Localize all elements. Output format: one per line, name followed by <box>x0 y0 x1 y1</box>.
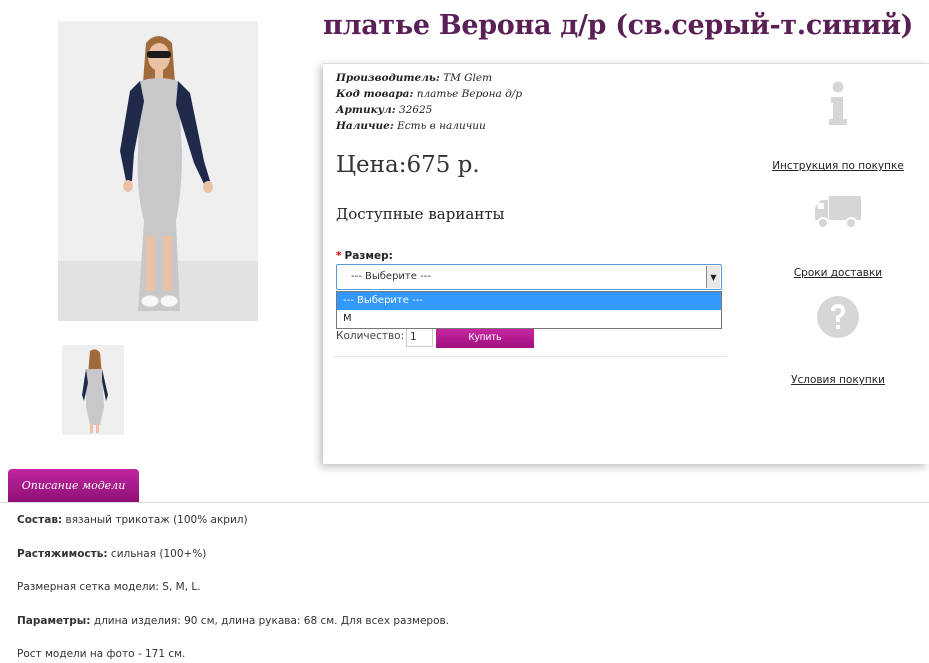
dress-back-thumbnail <box>62 345 124 435</box>
size-label-text: Размер: <box>344 250 393 262</box>
size-option-m[interactable]: M <box>337 310 721 328</box>
meta-sku: Артикул: 32625 <box>336 102 522 118</box>
meta-code: Код товара: платье Верона д/р <box>336 86 522 102</box>
question-icon <box>768 292 908 342</box>
desc-sizes: Размерная сетка модели: S, M, L. <box>17 581 201 593</box>
size-select-value: --- Выберите --- <box>351 271 431 282</box>
meta-sku-value: 32625 <box>398 104 433 116</box>
desc-composition-key: Состав: <box>17 514 63 526</box>
size-option-placeholder[interactable]: --- Выберите --- <box>337 292 721 310</box>
meta-code-key: Код товара: <box>336 88 414 100</box>
required-mark: * <box>336 250 342 262</box>
size-dropdown-list: --- Выберите --- M <box>336 291 722 329</box>
meta-code-value: платье Верона д/р <box>416 88 523 100</box>
info-icon <box>768 78 908 128</box>
quantity-input[interactable] <box>406 327 433 347</box>
buy-button[interactable]: Купить <box>436 326 534 348</box>
meta-manufacturer: Производитель: TM Glem <box>336 70 522 86</box>
meta-manufacturer-key: Производитель: <box>336 72 440 84</box>
delivery-block: Сроки доставки <box>768 187 908 280</box>
truck-icon <box>768 187 908 237</box>
meta-stock-key: Наличие: <box>336 120 394 132</box>
meta-sku-key: Артикул: <box>336 104 396 116</box>
variants-title: Доступные варианты <box>336 205 505 223</box>
desc-params: Параметры: длина изделия: 90 см, длина р… <box>17 615 449 649</box>
size-select[interactable]: --- Выберите --- ▼ <box>336 264 722 290</box>
divider <box>333 356 727 357</box>
product-meta: Производитель: TM Glem Код товара: плать… <box>336 70 522 134</box>
product-price: Цена:675 р. <box>336 152 480 178</box>
desc-params-key: Параметры: <box>17 614 91 627</box>
desc-stretch: Растяжимость: сильная (100+%) <box>17 548 449 582</box>
product-main-image[interactable] <box>58 21 258 321</box>
desc-params-value: длина изделия: 90 см, длина рукава: 68 с… <box>90 614 450 627</box>
instructions-link[interactable]: Инструкция по покупке <box>772 160 904 172</box>
size-label: * Размер: <box>336 250 393 262</box>
desc-stretch-key: Растяжимость: <box>17 547 108 560</box>
desc-composition-value: вязаный трикотаж (100% акрил) <box>62 514 248 526</box>
quantity-label: Количество: <box>336 330 405 342</box>
delivery-link[interactable]: Сроки доставки <box>794 267 882 279</box>
meta-manufacturer-value: TM Glem <box>443 72 493 84</box>
desc-composition: Состав: вязаный трикотаж (100% акрил) <box>17 514 449 548</box>
meta-stock: Наличие: Есть в наличии <box>336 118 522 134</box>
tab-description[interactable]: Описание модели <box>8 469 139 503</box>
chevron-down-icon[interactable]: ▼ <box>706 266 720 288</box>
meta-stock-value: Есть в наличии <box>397 120 486 132</box>
instructions-block: Инструкция по покупке <box>768 78 908 173</box>
tab-divider <box>0 502 929 503</box>
terms-block: Условия покупки <box>768 292 908 387</box>
terms-link[interactable]: Условия покупки <box>791 374 885 386</box>
product-info-panel: Производитель: TM Glem Код товара: плать… <box>323 63 929 464</box>
dress-model-illustration <box>58 21 258 321</box>
desc-model-height: Рост модели на фото - 171 см. <box>17 648 186 660</box>
product-thumbnail[interactable] <box>62 345 124 435</box>
product-title: платье Верона д/р (св.серый-т.синий) <box>323 10 914 41</box>
product-description: Состав: вязаный трикотаж (100% акрил) Ра… <box>17 514 449 663</box>
desc-stretch-value: сильная (100+%) <box>107 547 207 560</box>
